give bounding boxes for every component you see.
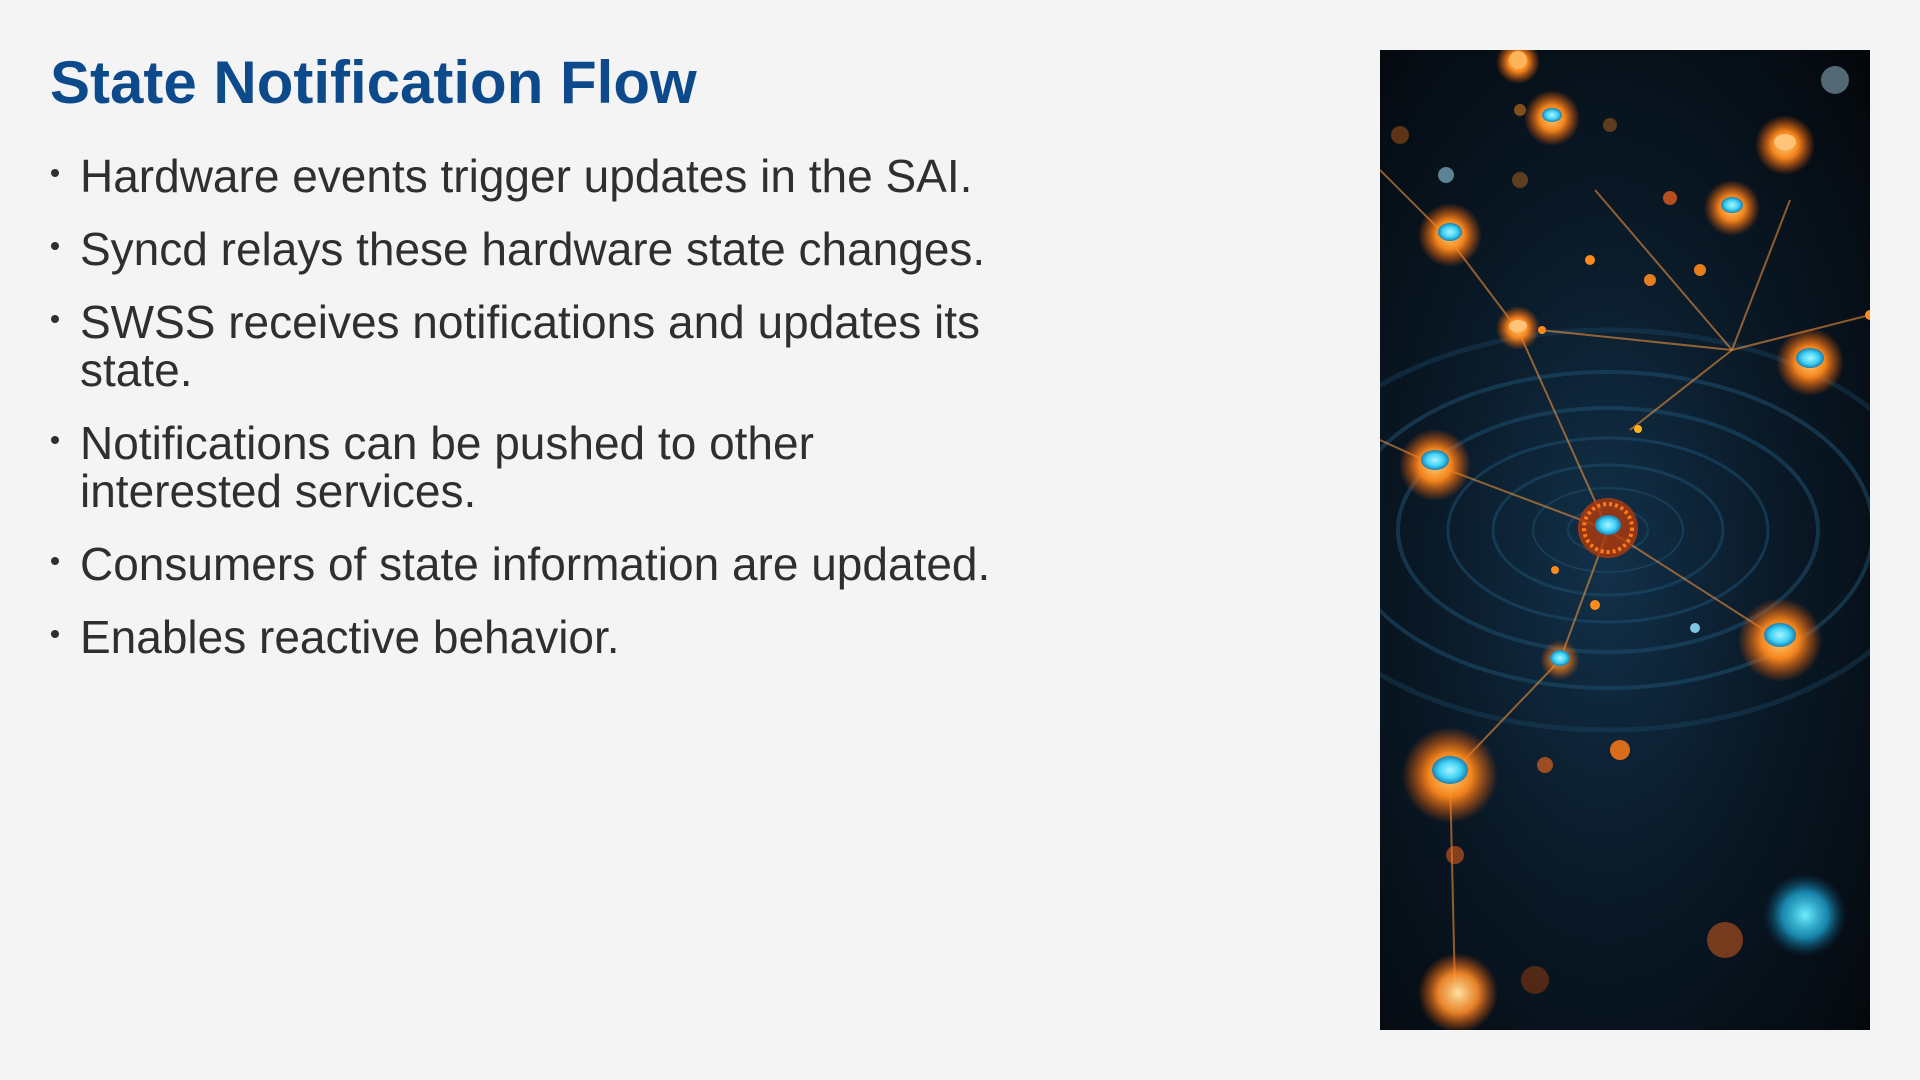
bullet-dot-icon (51, 169, 59, 177)
bullet-text: Enables reactive behavior. (80, 611, 620, 663)
bullet-item: Notifications can be pushed to other int… (50, 419, 1010, 515)
bullet-item: SWSS receives notifications and updates … (50, 298, 1010, 394)
bullet-dot-icon (51, 630, 59, 638)
network-nodes-illustration (1380, 50, 1870, 1030)
bullet-dot-icon (51, 436, 59, 444)
bullet-text: Syncd relays these hardware state change… (80, 223, 986, 275)
network-graph-image (1380, 50, 1870, 1030)
bullet-item: Consumers of state information are updat… (50, 540, 1010, 588)
bullet-text: SWSS receives notifications and updates … (80, 296, 981, 396)
bullet-item: Hardware events trigger updates in the S… (50, 152, 1010, 200)
bullet-list: Hardware events trigger updates in the S… (50, 152, 1010, 686)
bullet-item: Enables reactive behavior. (50, 613, 1010, 661)
bullet-dot-icon (51, 242, 59, 250)
bullet-dot-icon (51, 315, 59, 323)
slide: State Notification Flow Hardware events … (0, 0, 1920, 1080)
bullet-dot-icon (51, 557, 59, 565)
bullet-text: Hardware events trigger updates in the S… (80, 150, 973, 202)
bullet-item: Syncd relays these hardware state change… (50, 225, 1010, 273)
bullet-text: Notifications can be pushed to other int… (80, 417, 814, 517)
slide-title: State Notification Flow (50, 49, 697, 116)
bullet-text: Consumers of state information are updat… (80, 538, 991, 590)
connection-lines (1380, 169, 1870, 991)
network-nodes (1399, 50, 1847, 1030)
